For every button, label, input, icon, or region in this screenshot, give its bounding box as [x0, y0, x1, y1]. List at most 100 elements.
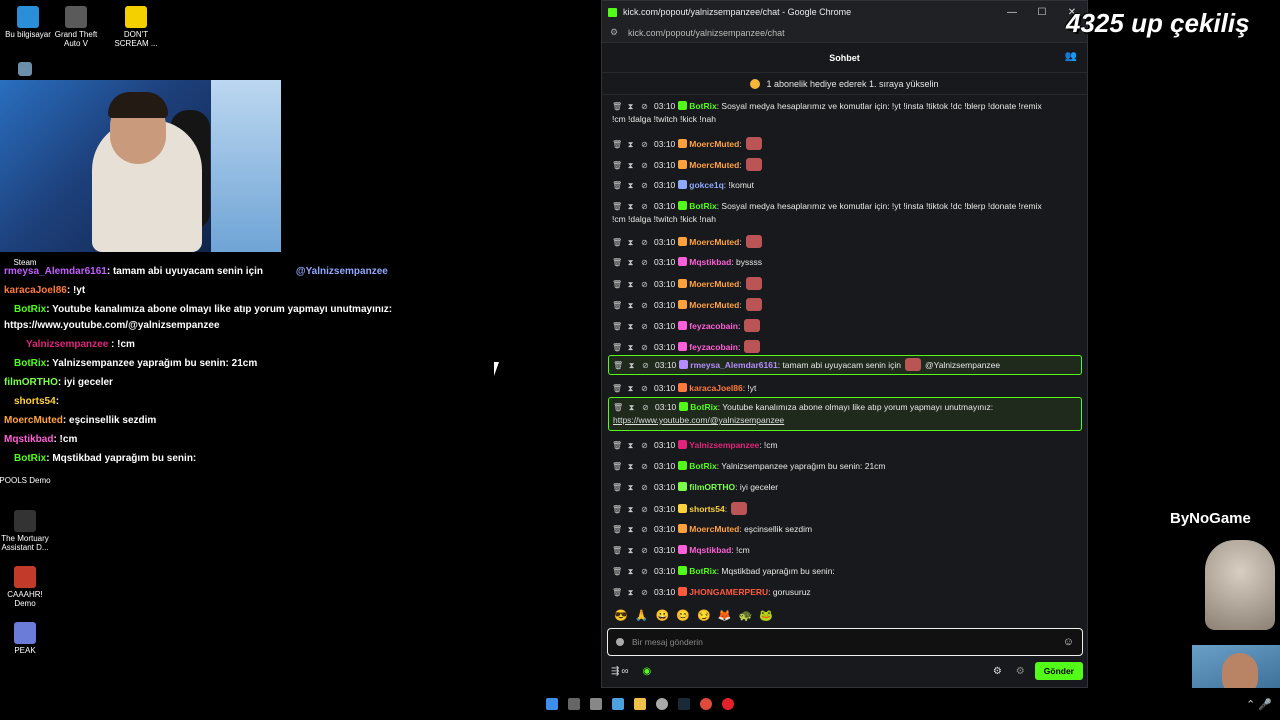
delete-icon[interactable]: 🗑: [612, 503, 622, 516]
chat-message[interactable]: 🗑 ⧗ ⊘ 03:10 BotRix: Yalnizsempanzee yaprağım…: [608, 460, 1082, 473]
message-text-continued[interactable]: https://www.youtube.com/@yalnizsempanzee: [613, 415, 784, 425]
ban-icon[interactable]: ⊘: [640, 481, 649, 494]
obs-icon[interactable]: [656, 698, 668, 710]
chat-message[interactable]: 🗑 ⧗ ⊘ 03:10 BotRix: Sosyal medya hesaplarımı…: [608, 200, 1082, 226]
delete-icon[interactable]: 🗑: [612, 523, 622, 536]
chat-message[interactable]: 🗑 ⧗ ⊘ 03:10 MoercMuted:: [608, 277, 1082, 291]
ban-icon[interactable]: ⊘: [640, 586, 649, 599]
delete-icon[interactable]: 🗑: [612, 565, 622, 578]
message-username[interactable]: feyzacobain: [689, 321, 738, 331]
delete-icon[interactable]: 🗑: [612, 439, 622, 452]
chat-message[interactable]: 🗑 ⧗ ⊘ 03:10 MoercMuted: eşcinsellik sezdim: [608, 523, 1082, 536]
send-button[interactable]: Gönder: [1034, 662, 1083, 680]
chat-message[interactable]: 🗑 ⧗ ⊘ 03:10 gokce1q: !komut: [608, 179, 1082, 192]
timeout-icon[interactable]: ⧗: [626, 236, 635, 249]
message-username[interactable]: rmeysa_Alemdar6161: [690, 360, 777, 370]
desktop-icon-pools[interactable]: POOLS Demo: [0, 476, 53, 485]
ban-icon[interactable]: ⊘: [640, 200, 649, 213]
delete-icon[interactable]: 🗑: [612, 200, 622, 213]
ban-icon[interactable]: ⊘: [640, 382, 649, 395]
delete-icon[interactable]: 🗑: [612, 278, 622, 291]
timeout-icon[interactable]: ⧗: [626, 544, 635, 557]
ban-icon[interactable]: ⊘: [640, 341, 649, 354]
ban-icon[interactable]: ⊘: [640, 179, 649, 192]
timeout-icon[interactable]: ⧗: [626, 320, 635, 333]
message-username[interactable]: BotRix: [689, 461, 716, 471]
message-username[interactable]: karacaJoel86: [689, 383, 742, 393]
desktop-icon-caaahr[interactable]: CAAAHR! Demo: [0, 566, 53, 608]
ban-icon[interactable]: ⊘: [640, 320, 649, 333]
desktop-icon-steam[interactable]: [0, 62, 53, 78]
chat-message[interactable]: 🗑 ⧗ ⊘ 03:10 Yalnizsempanzee: !cm: [608, 439, 1082, 452]
kick-circle-icon[interactable]: ◉: [643, 666, 652, 677]
chat-message[interactable]: 🗑 ⧗ ⊘ 03:10 MoercMuted:: [608, 235, 1082, 249]
message-username[interactable]: shorts54: [689, 504, 724, 514]
delete-icon[interactable]: 🗑: [612, 100, 622, 113]
desktop-icon-mortuary[interactable]: The Mortuary Assistant D...: [0, 510, 53, 552]
delete-icon[interactable]: 🗑: [613, 401, 623, 414]
chat-message[interactable]: 🗑 ⧗ ⊘ 03:10 Mqstikbad: byssss: [608, 256, 1082, 269]
message-username[interactable]: MoercMuted: [689, 160, 739, 170]
delete-icon[interactable]: 🗑: [612, 320, 622, 333]
ban-icon[interactable]: ⊘: [640, 523, 649, 536]
chat-message[interactable]: 🗑 ⧗ ⊘ 03:10 feyzacobain:: [608, 319, 1082, 333]
message-username[interactable]: MoercMuted: [689, 279, 739, 289]
timeout-icon[interactable]: ⧗: [627, 401, 636, 414]
delete-icon[interactable]: 🗑: [612, 179, 622, 192]
chat-message[interactable]: 🗑 ⧗ ⊘ 03:10 JHONGAMERPERU: gorusuruz: [608, 586, 1082, 599]
ban-icon[interactable]: ⊘: [640, 278, 649, 291]
chat-message[interactable]: 🗑 ⧗ ⊘ 03:10 MoercMuted:: [608, 298, 1082, 312]
chat-message[interactable]: 🗑 ⧗ ⊘ 03:10 Mqstikbad: !cm: [608, 544, 1082, 557]
ban-icon[interactable]: ⊘: [640, 138, 649, 151]
message-username[interactable]: BotRix: [690, 402, 717, 412]
search-icon[interactable]: [568, 698, 580, 710]
ban-icon[interactable]: ⊘: [640, 299, 649, 312]
message-username[interactable]: JHONGAMERPERU: [689, 587, 768, 597]
desktop-icon-peak[interactable]: PEAK: [0, 622, 53, 655]
ban-icon[interactable]: ⊘: [641, 359, 650, 372]
ban-icon[interactable]: ⊘: [640, 565, 649, 578]
timeout-icon[interactable]: ⧗: [626, 138, 635, 151]
chat-input[interactable]: Bir mesaj gönderin ☺: [607, 628, 1083, 656]
message-username[interactable]: gokce1q: [689, 180, 724, 190]
message-username[interactable]: MoercMuted: [689, 300, 739, 310]
chat-message[interactable]: 🗑 ⧗ ⊘ 03:10 BotRix: Youtube kanalımıza abone…: [608, 397, 1082, 431]
timeout-icon[interactable]: ⧗: [626, 341, 635, 354]
mod-tools-icon[interactable]: ⚙: [1016, 666, 1025, 677]
infinity-icon[interactable]: ∞: [621, 666, 628, 677]
chat-message[interactable]: 🗑 ⧗ ⊘ 03:10 rmeysa_Alemdar6161: tamam abi uy…: [608, 355, 1082, 375]
chat-message[interactable]: 🗑 ⧗ ⊘ 03:10 karacaJoel86: !yt: [608, 382, 1082, 395]
message-username[interactable]: feyzacobain: [689, 342, 738, 352]
timeout-icon[interactable]: ⧗: [626, 565, 635, 578]
windows-start-icon[interactable]: [546, 698, 558, 710]
steam-taskbar-icon[interactable]: [678, 698, 690, 710]
chrome-icon[interactable]: [700, 698, 712, 710]
ban-icon[interactable]: ⊘: [640, 256, 649, 269]
widgets-icon[interactable]: [612, 698, 624, 710]
timeout-icon[interactable]: ⧗: [626, 523, 635, 536]
timeout-icon[interactable]: ⧗: [627, 359, 636, 372]
address-bar[interactable]: ⚙ kick.com/popout/yalnizsempanzee/chat: [602, 23, 1087, 43]
ban-icon[interactable]: ⊘: [640, 544, 649, 557]
message-username[interactable]: MoercMuted: [689, 139, 739, 149]
message-username[interactable]: BotRix: [689, 201, 716, 211]
emoji-picker-icon[interactable]: ☺: [1063, 636, 1074, 648]
delete-icon[interactable]: 🗑: [612, 236, 622, 249]
chat-message[interactable]: 🗑 ⧗ ⊘ 03:10 shorts54:: [608, 502, 1082, 516]
desktop-icon-dont-scream[interactable]: DON'T SCREAM ...: [108, 6, 164, 48]
ban-icon[interactable]: ⊘: [640, 236, 649, 249]
timeout-icon[interactable]: ⧗: [626, 481, 635, 494]
delete-icon[interactable]: 🗑: [613, 359, 623, 372]
chat-message[interactable]: 🗑 ⧗ ⊘ 03:10 MoercMuted:: [608, 158, 1082, 172]
site-settings-icon[interactable]: ⚙: [610, 27, 620, 38]
timeout-icon[interactable]: ⧗: [626, 278, 635, 291]
message-username[interactable]: MoercMuted: [689, 524, 739, 534]
task-view-icon[interactable]: [590, 698, 602, 710]
chat-message[interactable]: 🗑 ⧗ ⊘ 03:10 BotRix: Sosyal medya hesaplarımı…: [608, 100, 1082, 126]
delete-icon[interactable]: 🗑: [612, 341, 622, 354]
desktop-icon-gta[interactable]: Grand Theft Auto V: [48, 6, 104, 48]
message-username[interactable]: Yalnizsempanzee: [689, 440, 759, 450]
delete-icon[interactable]: 🗑: [612, 544, 622, 557]
delete-icon[interactable]: 🗑: [612, 586, 622, 599]
emote-quick-bar[interactable]: 😎 🙏 😀 😊 😏 🦊 🐢 🐸: [614, 609, 775, 622]
